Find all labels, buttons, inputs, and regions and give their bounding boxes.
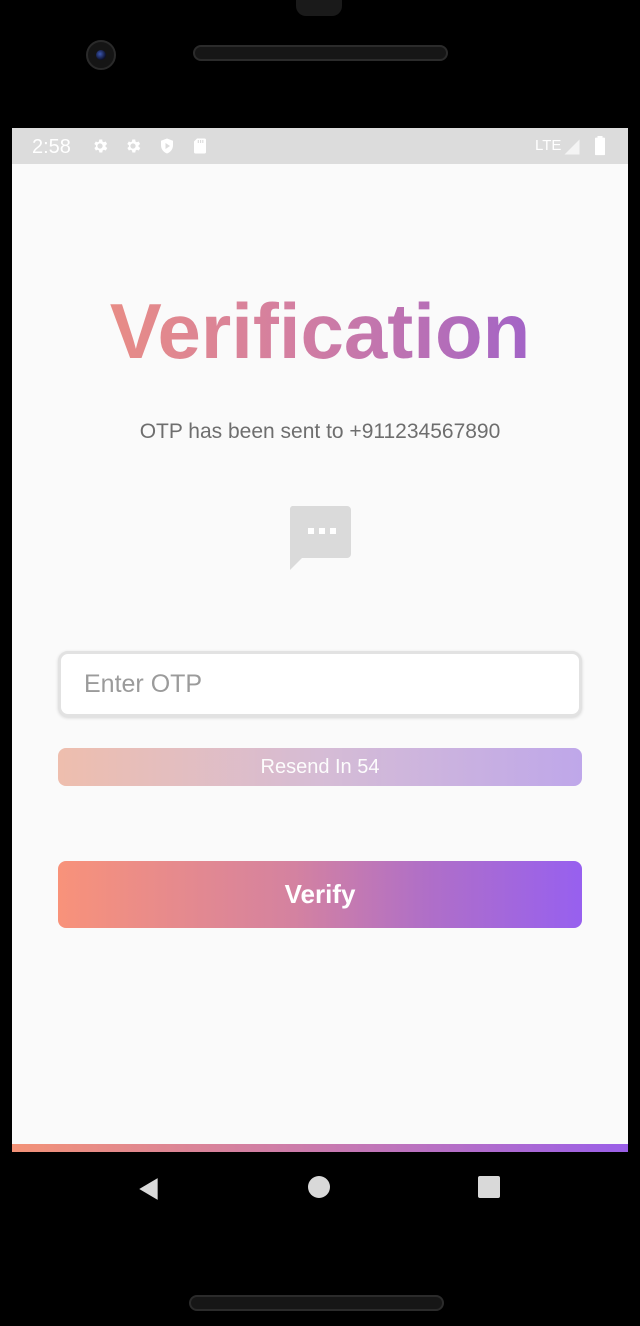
signal-icon — [564, 139, 580, 155]
network-type: LTE — [535, 137, 562, 154]
otp-sent-message: OTP has been sent to +911234567890 — [139, 420, 501, 443]
recents-icon[interactable] — [478, 1176, 500, 1198]
app-screen: 2:58 LTE Verification OTP has been sent … — [12, 128, 628, 1152]
gear-icon — [94, 139, 108, 153]
status-bar: 2:58 LTE — [12, 128, 628, 164]
gear-icon — [127, 139, 141, 153]
back-icon[interactable] — [136, 1176, 162, 1202]
top-speaker — [193, 45, 448, 61]
sd-card-icon — [194, 138, 206, 154]
battery-icon — [595, 136, 605, 156]
home-icon[interactable] — [308, 1176, 330, 1198]
page-title: Verification — [12, 286, 628, 376]
resend-label: Resend In 54 — [260, 755, 380, 778]
otp-input[interactable]: Enter OTP — [58, 651, 582, 717]
otp-placeholder: Enter OTP — [84, 669, 203, 698]
navigation-bar — [12, 1152, 628, 1222]
resend-button[interactable]: Resend In 54 — [58, 748, 582, 786]
front-camera — [86, 40, 116, 70]
verify-button[interactable]: Verify — [58, 861, 582, 928]
play-protect-icon — [161, 138, 173, 154]
phone-notch — [296, 0, 342, 16]
bottom-gradient-strip — [12, 1144, 628, 1152]
bottom-speaker — [189, 1295, 444, 1311]
status-time: 2:58 — [32, 136, 71, 158]
verify-label: Verify — [284, 879, 356, 909]
chat-bubble-icon — [289, 506, 351, 570]
